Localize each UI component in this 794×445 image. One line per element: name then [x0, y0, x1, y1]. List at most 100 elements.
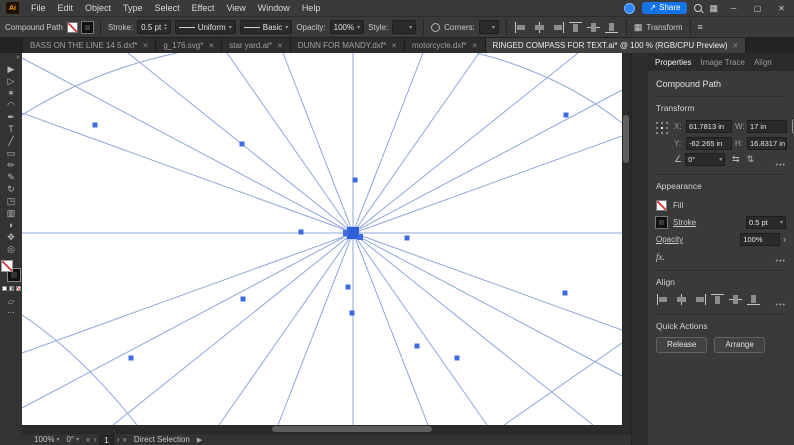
appearance-stroke-swatch[interactable]: [655, 216, 668, 229]
tab-close-icon[interactable]: ✕: [208, 42, 214, 50]
selection-tool[interactable]: ▶: [1, 63, 21, 75]
appearance-more-options[interactable]: •••: [776, 258, 786, 265]
fill-color-well[interactable]: [1, 260, 13, 272]
style-dropdown[interactable]: ▾: [392, 20, 417, 34]
menu-item[interactable]: View: [220, 3, 251, 13]
artboard-number-field[interactable]: 1: [99, 434, 114, 445]
align-more-options[interactable]: •••: [776, 302, 786, 309]
zoom-level-dropdown[interactable]: 100% ▾: [34, 435, 59, 444]
release-button[interactable]: Release: [656, 337, 708, 353]
rotation-field[interactable]: 0° ▾: [685, 153, 726, 166]
previous-artboard-icon[interactable]: ‹: [94, 435, 97, 444]
appearance-fill-swatch[interactable]: [656, 200, 667, 211]
menu-item[interactable]: Object: [79, 3, 117, 13]
align-top-icon[interactable]: [568, 21, 583, 34]
align-bottom-icon[interactable]: [604, 21, 619, 34]
align-right-icon[interactable]: [692, 293, 707, 306]
expand-tools-icon[interactable]: »: [16, 54, 20, 63]
tab-close-icon[interactable]: ✕: [472, 42, 478, 50]
tab-close-icon[interactable]: ✕: [142, 42, 148, 50]
hand-tool[interactable]: ✥: [1, 231, 21, 243]
document-tab[interactable]: motorcycle.dxf* ✕: [404, 38, 486, 53]
opacity-field[interactable]: 100% ▾: [329, 20, 365, 34]
corners-dropdown[interactable]: ▾: [478, 20, 499, 34]
fx-button[interactable]: fx.: [656, 252, 786, 262]
transform-label[interactable]: Transform: [646, 23, 682, 32]
account-avatar[interactable]: [624, 2, 636, 14]
menu-item[interactable]: Type: [117, 3, 149, 13]
width-profile-dropdown[interactable]: Uniform ▾: [174, 20, 236, 34]
align-top-icon[interactable]: [710, 293, 725, 306]
scale-tool[interactable]: ◳: [1, 195, 21, 207]
direct-selection-tool[interactable]: ▷: [1, 75, 21, 87]
maximize-window-button[interactable]: ▢: [749, 4, 766, 13]
next-artboard-icon[interactable]: ›: [117, 435, 120, 444]
last-artboard-icon[interactable]: »: [122, 435, 126, 444]
opacity-options-icon[interactable]: ›: [783, 235, 786, 244]
stroke-weight-stepper[interactable]: ▴ ▾: [164, 23, 167, 32]
vertical-scrollbar-thumb[interactable]: [623, 115, 629, 163]
document-tab[interactable]: g_176.svg* ✕: [156, 38, 223, 53]
fill-swatch[interactable]: [66, 21, 78, 33]
align-hcenter-icon[interactable]: [674, 293, 689, 306]
reference-point-locator[interactable]: [656, 122, 669, 135]
panel-menu-icon[interactable]: ≡: [698, 22, 703, 32]
first-artboard-icon[interactable]: «: [86, 435, 90, 444]
stroke-swatch[interactable]: [80, 20, 94, 34]
align-vcenter-icon[interactable]: [586, 21, 601, 34]
h-field[interactable]: 16.8317 in: [747, 137, 787, 150]
menu-item[interactable]: File: [25, 3, 52, 13]
document-tab[interactable]: star yard.ai* ✕: [222, 38, 291, 53]
color-button[interactable]: [1, 286, 7, 291]
fill-stroke-control[interactable]: [1, 260, 21, 282]
w-field[interactable]: 17 in: [747, 120, 787, 133]
lasso-tool[interactable]: ◠: [1, 99, 21, 111]
zoom-tool[interactable]: ◎: [1, 243, 21, 255]
stroke-weight-field[interactable]: 0.5 pt ▴ ▾: [137, 20, 171, 34]
tab-close-icon[interactable]: ✕: [391, 42, 397, 50]
menu-item[interactable]: Select: [149, 3, 186, 13]
edit-toolbar-icon[interactable]: ⋯: [7, 307, 15, 318]
none-button[interactable]: [15, 286, 21, 291]
align-left-icon[interactable]: [514, 21, 529, 34]
eyedropper-tool[interactable]: ◗: [1, 219, 21, 231]
document-tab[interactable]: BASS ON THE LINE 14 5.dxf* ✕: [23, 38, 157, 53]
horizontal-scrollbar-thumb[interactable]: [272, 426, 432, 432]
vertical-scrollbar[interactable]: [622, 53, 631, 425]
document-tab[interactable]: RINGED COMPASS FOR TEXT.ai* @ 100 % (RGB…: [485, 38, 747, 53]
align-vcenter-icon[interactable]: [728, 293, 743, 306]
minimize-window-button[interactable]: ─: [725, 4, 742, 13]
shape-properties-icon[interactable]: [431, 22, 441, 32]
opacity-link[interactable]: Opacity: [656, 235, 683, 244]
flip-vertical-icon[interactable]: ⇅: [747, 154, 755, 165]
appearance-opacity-field[interactable]: 100%: [740, 233, 781, 246]
stroke-link[interactable]: Stroke: [673, 218, 696, 227]
transform-more-options[interactable]: •••: [776, 162, 786, 169]
flip-horizontal-icon[interactable]: ⇆: [732, 154, 740, 165]
arrange-button[interactable]: Arrange: [714, 337, 765, 353]
draw-mode-icon[interactable]: ▱: [7, 296, 15, 307]
artboard-canvas[interactable]: [22, 53, 622, 425]
tab-close-icon[interactable]: ✕: [733, 42, 739, 50]
close-window-button[interactable]: ✕: [773, 4, 790, 13]
magic-wand-tool[interactable]: ✶: [1, 87, 21, 99]
align-left-icon[interactable]: [656, 293, 671, 306]
appearance-stroke-field[interactable]: 0.5 pt ▾: [746, 216, 786, 229]
rotate-tool[interactable]: ↻: [1, 183, 21, 195]
align-right-icon[interactable]: [550, 21, 565, 34]
rectangle-tool[interactable]: ▭: [1, 147, 21, 159]
horizontal-scrollbar[interactable]: [22, 425, 631, 433]
menu-item[interactable]: Effect: [186, 3, 221, 13]
rotation-dropdown[interactable]: 0° ▾: [66, 435, 79, 444]
menu-item[interactable]: Help: [296, 3, 327, 13]
tab-image-trace[interactable]: Image Trace: [700, 58, 744, 67]
x-field[interactable]: 61.7813 in: [686, 120, 732, 133]
share-button[interactable]: ↗ Share: [642, 2, 688, 14]
pen-tool[interactable]: ✒: [1, 111, 21, 123]
gradient-tool[interactable]: ▥: [1, 207, 21, 219]
gradient-button[interactable]: [8, 286, 14, 291]
type-tool[interactable]: T: [1, 123, 21, 135]
menu-item[interactable]: Edit: [52, 3, 80, 13]
tab-close-icon[interactable]: ✕: [277, 42, 283, 50]
align-bottom-icon[interactable]: [746, 293, 761, 306]
